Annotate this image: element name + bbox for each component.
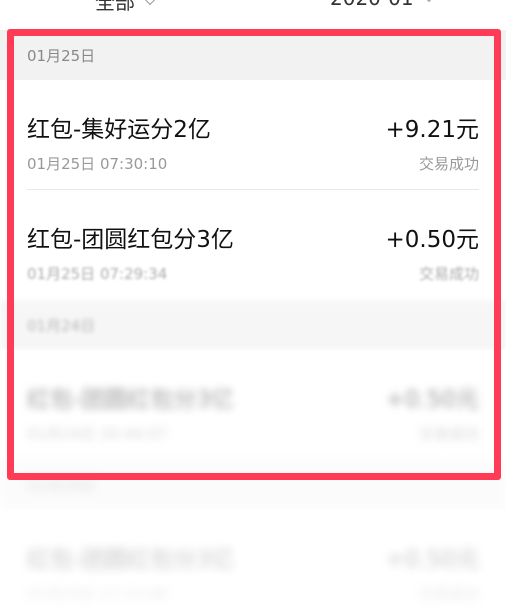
transaction-amount: +9.21元 <box>385 117 479 143</box>
transaction-row[interactable]: 红包-集好运分2亿 +9.21元 01月25日 07:30:10 交易成功 <box>0 80 506 190</box>
transaction-status: 交易成功 <box>418 585 479 603</box>
transaction-time: 01月25日 07:29:34 <box>27 265 168 283</box>
transaction-status: 交易成功 <box>418 155 479 173</box>
transaction-amount: +0.50元 <box>385 547 479 573</box>
transaction-time: 01月25日 07:30:10 <box>27 155 168 173</box>
transaction-title: 红包-团圆红包分3亿 <box>27 547 234 573</box>
transaction-list: 01月25日 红包-集好运分2亿 +9.21元 01月25日 07:30:10 … <box>0 30 506 609</box>
transaction-title: 红包-集好运分2亿 <box>27 117 211 143</box>
transaction-title: 红包-团圆红包分3亿 <box>27 387 234 413</box>
transaction-amount: +0.50元 <box>385 227 479 253</box>
transaction-amount: +0.50元 <box>385 387 479 413</box>
transaction-row[interactable]: 红包-团圆红包分3亿 +0.50元 01月24日 20:44:07 交易成功 <box>0 350 506 460</box>
date-group-header: 01月25日 <box>0 30 506 80</box>
category-filter[interactable]: 全部 <box>95 0 158 15</box>
month-filter-label: 2020-01 <box>330 0 414 10</box>
month-filter[interactable]: 2020-01 <box>330 0 436 10</box>
transaction-row[interactable]: 红包-团圆红包分3亿 +0.50元 01月24日 17:13:48 交易成功 <box>0 510 506 609</box>
transaction-time: 01月24日 20:44:07 <box>27 425 168 443</box>
date-group-header: 01月24日 <box>0 300 506 350</box>
transaction-status: 交易成功 <box>418 425 479 443</box>
filter-bar: 全部 2020-01 <box>0 0 506 30</box>
chevron-down-icon <box>421 0 436 3</box>
transaction-row[interactable]: 红包-团圆红包分3亿 +0.50元 01月25日 07:29:34 交易成功 <box>0 190 506 300</box>
date-group-header: 01月24日 <box>0 460 506 510</box>
transaction-status: 交易成功 <box>418 265 479 283</box>
transaction-title: 红包-团圆红包分3亿 <box>27 227 234 253</box>
transaction-time: 01月24日 17:13:48 <box>27 585 168 603</box>
category-filter-label: 全部 <box>95 0 135 14</box>
chevron-down-icon <box>142 0 158 5</box>
